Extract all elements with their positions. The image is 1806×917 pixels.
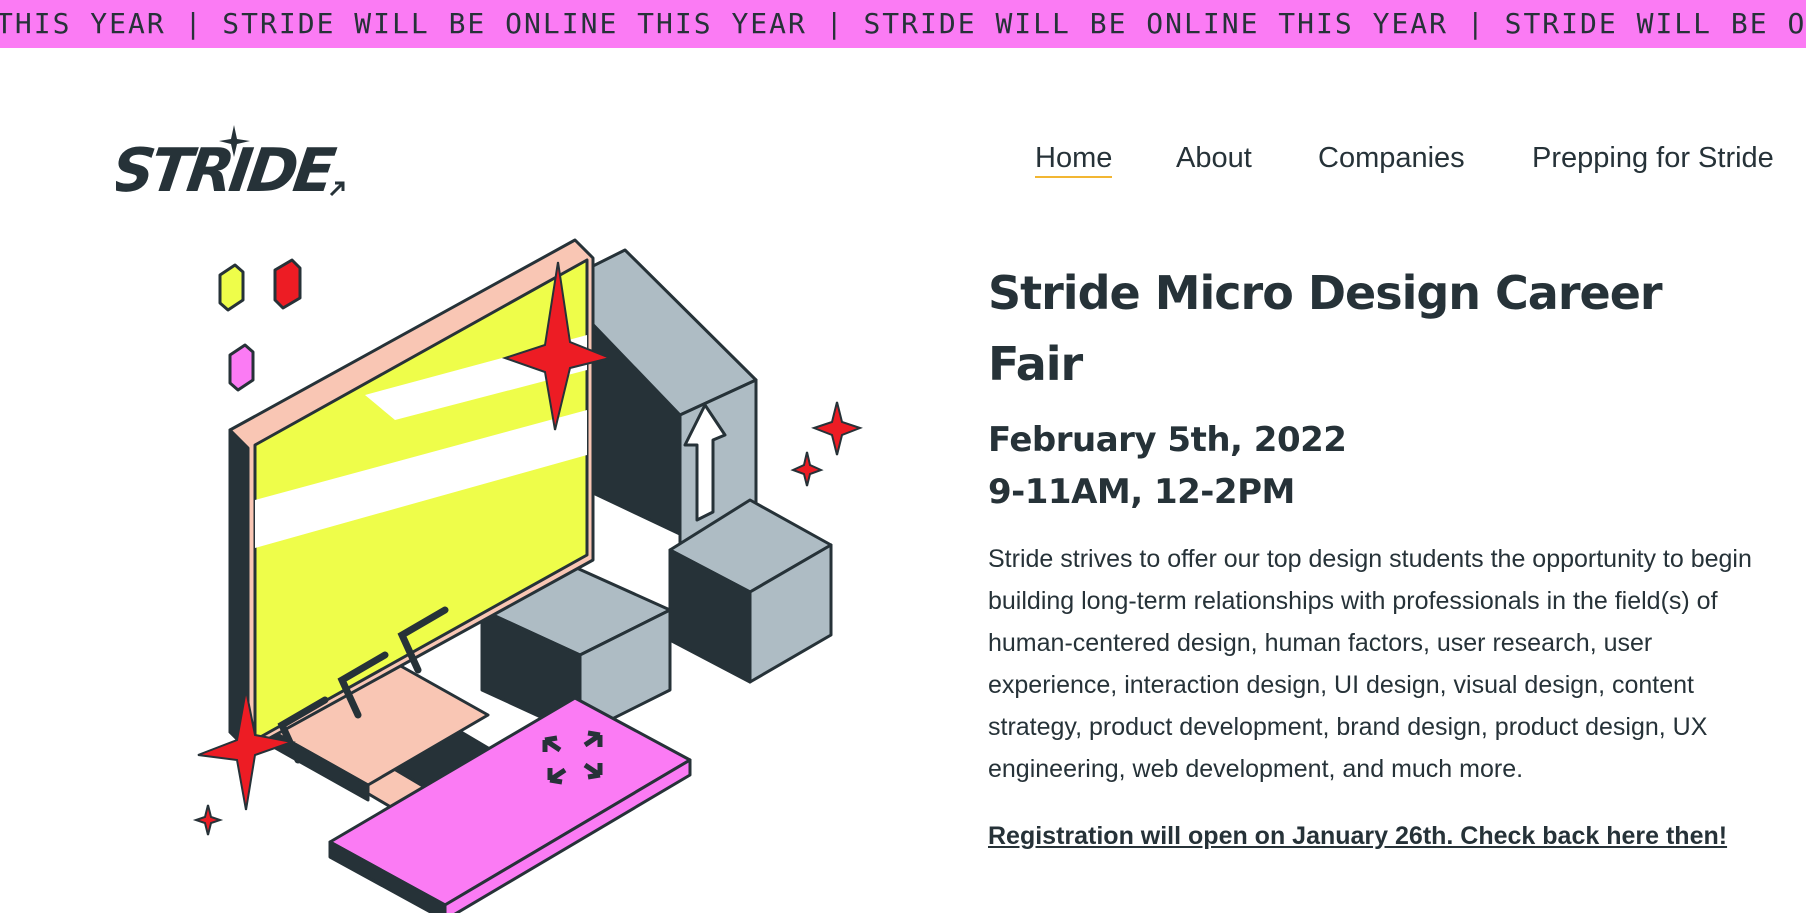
announcement-ticker: THIS YEAR | STRIDE WILL BE ONLINE THIS Y… [0,0,1806,48]
nav-about[interactable]: About [1176,140,1252,176]
nav-home[interactable]: Home [1035,140,1113,178]
event-title: Stride Micro Design Career Fair [988,266,1663,391]
event-date: February 5th, 2022 [988,420,1347,460]
ticker-text: THIS YEAR | STRIDE WILL BE ONLINE THIS Y… [0,7,1806,40]
event-time: 9-11AM, 12-2PM [988,472,1295,512]
nav-companies[interactable]: Companies [1318,140,1465,176]
hero-illustration [180,230,880,917]
registration-note: Registration will open on January 26th. … [988,822,1728,850]
nav-prepping-for-stride[interactable]: Prepping for Stride [1532,140,1774,176]
main-nav: Home About Companies Prepping for Stride [0,140,1806,180]
event-content: Stride Micro Design Career Fair February… [988,258,1758,856]
event-description: Stride strives to offer our top design s… [988,545,1752,783]
